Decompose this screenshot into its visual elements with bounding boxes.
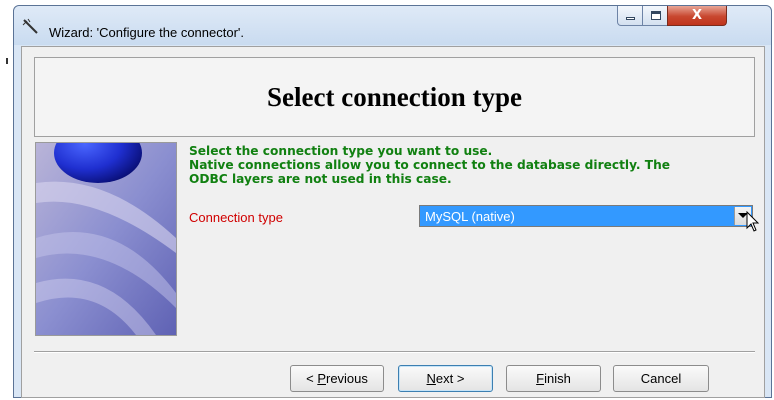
mouse-pointer-icon — [746, 211, 760, 232]
wizard-client-area: Select connection type Select the connec… — [21, 46, 765, 398]
connection-type-label: Connection type — [189, 210, 283, 225]
previous-prefix: < — [306, 371, 318, 386]
background-desktop — [0, 0, 13, 400]
cancel-button[interactable]: Cancel — [613, 365, 709, 392]
minimize-icon — [626, 17, 635, 20]
instructions-text: Select the connection type you want to u… — [189, 144, 761, 186]
background-mark — [6, 58, 8, 64]
wizard-side-image — [35, 142, 177, 336]
next-mnemonic: N — [426, 371, 436, 386]
title-bar[interactable]: Wizard: 'Configure the connector'. X — [14, 6, 771, 45]
window-title: Wizard: 'Configure the connector'. — [49, 25, 244, 40]
wizard-wand-icon — [22, 18, 38, 34]
instructions-line: Select the connection type you want to u… — [189, 144, 493, 158]
finish-mnemonic: F — [536, 371, 545, 386]
previous-label: revious — [325, 371, 368, 386]
page-title: Select connection type — [267, 82, 522, 112]
connection-type-select[interactable]: MySQL (native) — [419, 205, 753, 227]
abstract-artwork — [36, 143, 176, 335]
wizard-window: Wizard: 'Configure the connector'. X Sel… — [13, 5, 772, 398]
header-panel: Select connection type — [34, 57, 755, 137]
previous-button[interactable]: < Previous — [290, 365, 384, 392]
finish-button[interactable]: Finish — [506, 365, 601, 392]
instructions-line: Native connections allow you to connect … — [189, 158, 671, 172]
maximize-icon — [651, 11, 661, 20]
footer-divider — [34, 351, 755, 353]
close-icon: X — [691, 8, 703, 23]
next-button[interactable]: Next > — [398, 365, 493, 392]
connection-type-value: MySQL (native) — [425, 209, 515, 224]
previous-mnemonic: P — [317, 371, 326, 386]
next-label: ext > — [435, 371, 465, 386]
maximize-button[interactable] — [642, 6, 668, 26]
instructions-line: ODBC layers are not used in this case. — [189, 172, 452, 186]
finish-label: inish — [544, 371, 571, 386]
close-button[interactable]: X — [667, 6, 727, 26]
minimize-button[interactable] — [617, 6, 643, 26]
